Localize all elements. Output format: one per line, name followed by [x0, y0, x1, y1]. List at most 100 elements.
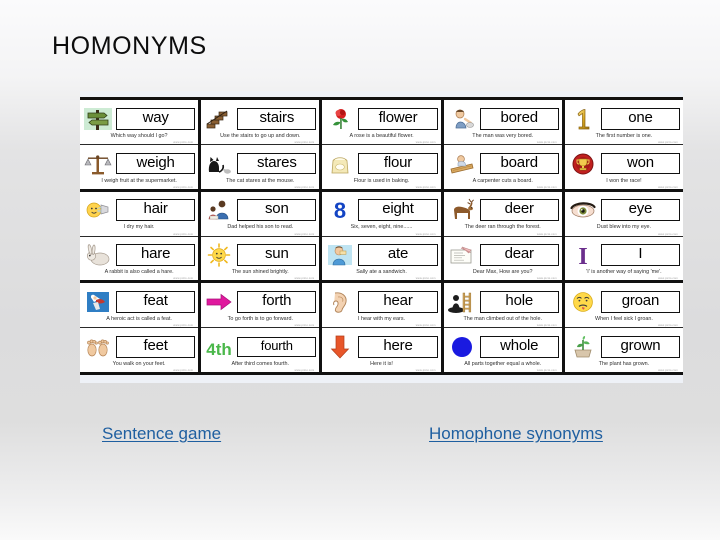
- card-main: 4th fourth: [204, 334, 317, 360]
- flashcard[interactable]: grown The plant has grown. www.picto.com: [564, 328, 684, 373]
- word-box: weigh: [116, 152, 196, 175]
- ear-icon: [325, 289, 355, 315]
- flashcard[interactable]: 8 eight Six, seven, eight, nine...... ww…: [322, 191, 441, 237]
- flashcard[interactable]: I I 'I' is another way of saying 'me'. w…: [564, 236, 684, 281]
- card-caption: The man climbed out of the hole.: [463, 316, 542, 323]
- flashcard[interactable]: won I won the race! www.picto.com: [564, 144, 684, 189]
- word-box: won: [600, 152, 681, 175]
- card-credit: www.picto.com: [173, 232, 194, 236]
- card-column: forth To go forth is to go forward. www.…: [201, 283, 323, 373]
- flashcard[interactable]: eye Dust blew into my eye. www.picto.com: [564, 191, 684, 237]
- flashcard[interactable]: weigh I weigh fruit at the supermarket. …: [80, 144, 199, 189]
- flashcard[interactable]: deer The deer ran through the forest. ww…: [443, 191, 562, 237]
- card-main: flower: [325, 106, 438, 132]
- page-title: HOMONYMS: [52, 32, 207, 60]
- card-credit: www.picto.com: [658, 232, 679, 236]
- card-column: eye Dust blew into my eye. www.picto.com…: [564, 191, 684, 281]
- letter-icon: [447, 242, 477, 268]
- card-caption: I weigh fruit at the supermarket.: [101, 177, 177, 184]
- flashcard[interactable]: stares The cat stares at the mouse. www.…: [201, 144, 320, 189]
- flashcard[interactable]: hole The man climbed out of the hole. ww…: [443, 283, 562, 329]
- arrow-right-icon: [204, 289, 234, 315]
- word-box: sun: [237, 244, 317, 267]
- card-main: feet: [83, 334, 196, 360]
- flashcard[interactable]: one The first number is one. www.picto.c…: [564, 100, 684, 145]
- flashcard[interactable]: hear I hear with my ears. www.picto.com: [322, 283, 441, 329]
- signpost-icon: [83, 106, 113, 132]
- hole-ladder-icon: [447, 289, 477, 315]
- card-caption: The first number is one.: [595, 132, 653, 139]
- flashcard[interactable]: flour Flour is used in baking. www.picto…: [322, 144, 441, 189]
- card-block: feat A heroic act is called a feat. www.…: [80, 283, 684, 373]
- flashcard[interactable]: feat A heroic act is called a feat. www.…: [80, 283, 199, 329]
- flashcard[interactable]: way Which way should I go? www.picto.com: [80, 100, 199, 145]
- hairdryer-icon: [83, 197, 113, 223]
- card-main: ate: [325, 242, 438, 268]
- card-main: deer: [447, 197, 559, 223]
- card-column: flower A rose is a beautiful flower. www…: [322, 100, 444, 189]
- word-box: stairs: [237, 107, 317, 130]
- word-box: eight: [358, 199, 438, 222]
- flashcard[interactable]: son Dad helped his son to read. www.pict…: [201, 191, 320, 237]
- superhero-icon: [83, 289, 113, 315]
- card-main: one: [568, 106, 681, 132]
- card-main: sun: [204, 242, 317, 268]
- flashcard[interactable]: flower A rose is a beautiful flower. www…: [322, 100, 441, 145]
- homophone-synonyms-link[interactable]: Homophone synonyms: [429, 424, 603, 444]
- card-main: hole: [447, 289, 559, 315]
- card-credit: www.picto.com: [294, 232, 315, 236]
- flashcard[interactable]: feet You walk on your feet. www.picto.co…: [80, 328, 199, 373]
- flashcard[interactable]: hare A rabbit is also called a hare. www…: [80, 236, 199, 281]
- card-block: hair I dry my hair. www.picto.com hare A…: [80, 191, 684, 284]
- card-main: here: [325, 334, 438, 360]
- card-main: grown: [568, 334, 681, 360]
- word-box: stares: [237, 152, 317, 175]
- word-box: hear: [358, 291, 438, 313]
- card-credit: www.picto.com: [415, 277, 436, 281]
- card-credit: www.picto.com: [658, 324, 679, 328]
- card-main: dear: [447, 242, 559, 268]
- card-column: hole The man climbed out of the hole. ww…: [443, 283, 565, 373]
- card-column: groan When I feel sick I groan. www.pict…: [564, 283, 684, 373]
- sentence-game-link[interactable]: Sentence game: [102, 424, 221, 444]
- flour-bag-icon: [325, 151, 355, 177]
- word-box: fourth: [237, 337, 317, 357]
- flashcard[interactable]: 4th fourth After third comes fourth. www…: [201, 328, 320, 373]
- svg-text:8: 8: [334, 198, 346, 222]
- flashcard[interactable]: dear Dear Max, How are you? www.picto.co…: [443, 236, 562, 281]
- card-caption: The plant has grown.: [598, 360, 650, 367]
- word-box: whole: [479, 335, 559, 358]
- flashcard[interactable]: sun The sun shined brightly. www.picto.c…: [201, 236, 320, 281]
- card-column: stairs Use the stairs to go up and down.…: [201, 100, 323, 189]
- scales-icon: [83, 151, 113, 177]
- card-main: eye: [568, 197, 681, 223]
- word-box: here: [358, 335, 438, 358]
- card-caption: A rabbit is also called a hare.: [104, 269, 174, 276]
- card-caption: When I feel sick I groan.: [595, 316, 653, 323]
- flashcard[interactable]: stairs Use the stairs to go up and down.…: [201, 100, 320, 145]
- word-box: feet: [116, 335, 196, 358]
- hare-icon: [83, 242, 113, 268]
- card-main: won: [568, 151, 681, 177]
- flashcard[interactable]: groan When I feel sick I groan. www.pict…: [564, 283, 684, 329]
- card-credit: www.picto.com: [294, 324, 315, 328]
- flashcard[interactable]: ate Sally ate a sandwich. www.picto.com: [322, 236, 441, 281]
- flashcard[interactable]: here Here it is! www.picto.com: [322, 328, 441, 373]
- card-column: bored The man was very bored. www.picto.…: [443, 100, 565, 189]
- card-credit: www.picto.com: [658, 140, 679, 144]
- card-credit: www.picto.com: [173, 324, 194, 328]
- sick-face-icon: [568, 289, 598, 315]
- card-credit: www.picto.com: [415, 369, 436, 373]
- card-caption: A heroic act is called a feat.: [106, 316, 172, 323]
- flashcard[interactable]: bored The man was very bored. www.picto.…: [443, 100, 562, 145]
- flashcard[interactable]: hair I dry my hair. www.picto.com: [80, 191, 199, 237]
- flashcard[interactable]: whole All parts together equal a whole. …: [443, 328, 562, 373]
- cards-grid: way Which way should I go? www.picto.com…: [80, 97, 684, 375]
- flashcard[interactable]: forth To go forth is to go forward. www.…: [201, 283, 320, 329]
- card-caption: A carpenter cuts a board.: [472, 177, 533, 184]
- card-caption: The cat stares at the mouse.: [226, 177, 295, 184]
- card-caption: All parts together equal a whole.: [464, 360, 542, 367]
- word-box: feat: [116, 291, 196, 313]
- word-box: flower: [358, 107, 438, 130]
- flashcard[interactable]: board A carpenter cuts a board. www.pict…: [443, 144, 562, 189]
